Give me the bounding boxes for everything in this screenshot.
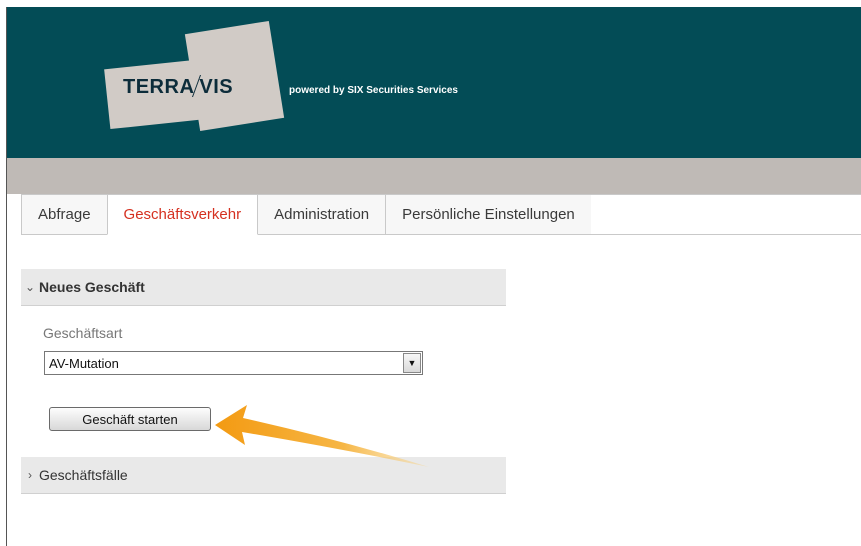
logo-text-left: TERRA [123, 76, 195, 98]
tab-bar-filler [590, 194, 861, 234]
tab-geschaeftsverkehr[interactable]: Geschäftsverkehr [106, 194, 259, 235]
tagline: powered by SIX Securities Services [289, 85, 458, 96]
geschaeftsart-value: AV-Mutation [49, 355, 119, 371]
geschaeftsfaelle-header[interactable]: › Geschäftsfälle [21, 457, 506, 494]
tab-abfrage[interactable]: Abfrage [21, 194, 108, 234]
tab-administration[interactable]: Administration [257, 194, 387, 234]
tab-persoenliche-einstellungen[interactable]: Persönliche Einstellungen [385, 194, 592, 234]
logo-text-right: VIS [199, 76, 234, 98]
geschaeftsfaelle-title: Geschäftsfälle [39, 467, 128, 483]
header-banner: TERRA VIS powered by SIX Securities Servi… [7, 7, 861, 158]
neues-geschaeft-title: Neues Geschäft [39, 279, 145, 295]
neues-geschaeft-header[interactable]: ⌄ Neues Geschäft [21, 269, 506, 306]
grey-band [7, 158, 861, 194]
page: TERRA VIS powered by SIX Securities Servi… [7, 7, 861, 546]
terravis-logo: TERRA VIS [123, 75, 233, 99]
chevron-down-icon: ⌄ [24, 280, 36, 294]
chevron-right-icon: › [28, 468, 32, 482]
geschaeft-starten-button[interactable]: Geschäft starten [49, 407, 211, 431]
main-tabs: Abfrage Geschäftsverkehr Administration … [21, 194, 861, 235]
dropdown-arrow-icon[interactable]: ▼ [403, 353, 421, 373]
geschaeftsart-label: Geschäftsart [43, 325, 123, 341]
geschaeftsart-select[interactable]: AV-Mutation ▼ [44, 351, 423, 375]
